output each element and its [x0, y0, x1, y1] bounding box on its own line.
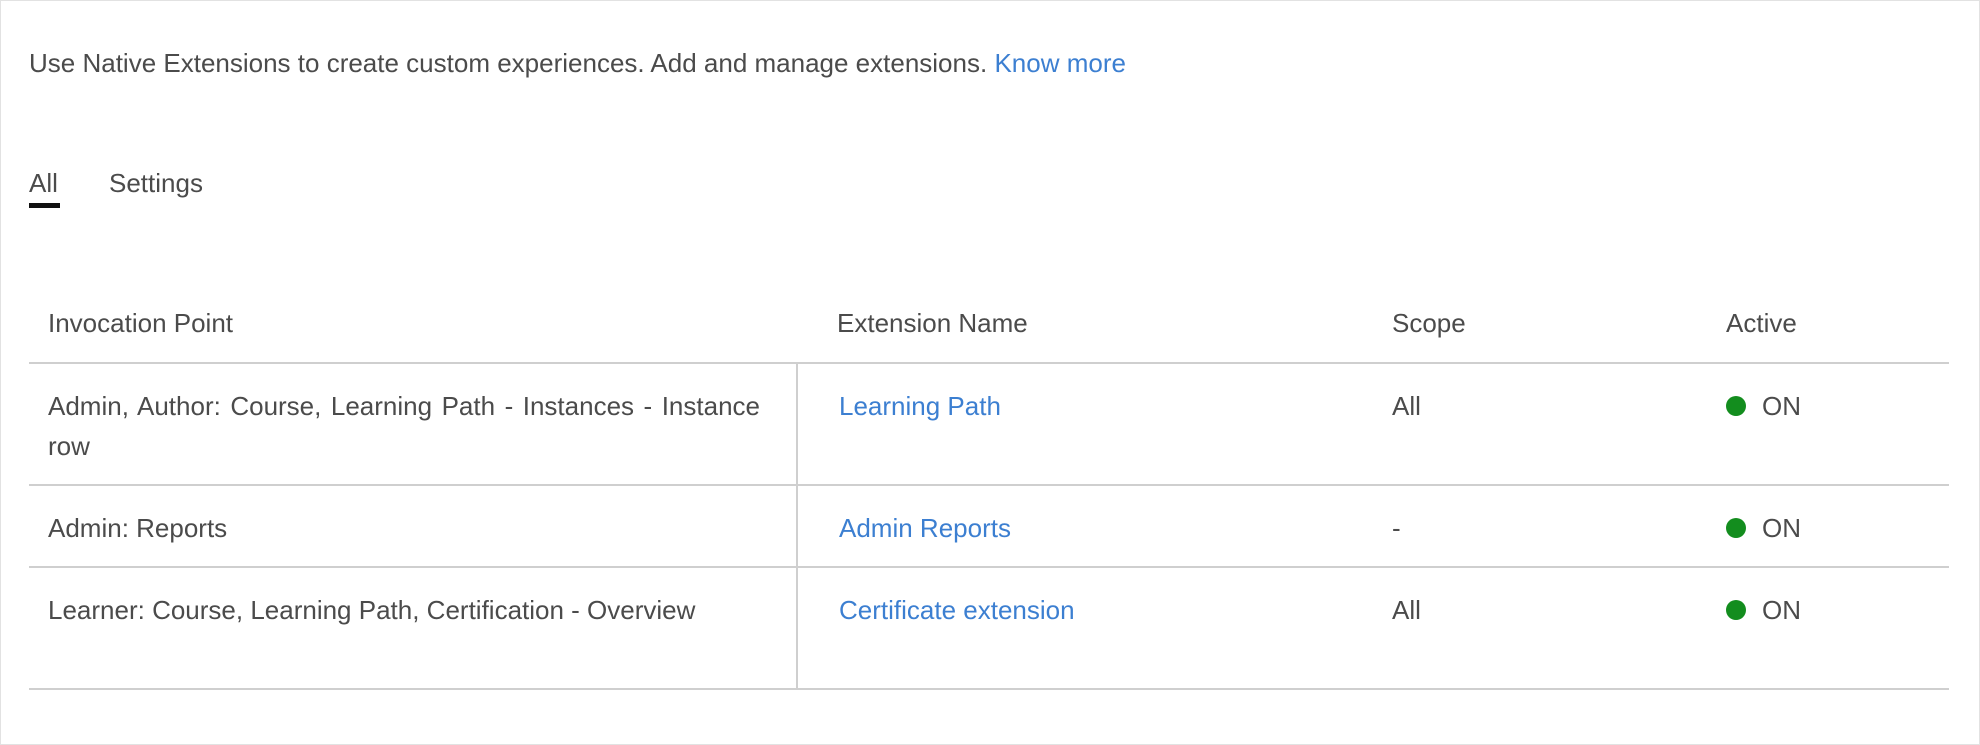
- status-dot-icon: [1726, 518, 1746, 538]
- tab-all-active-indicator: [29, 203, 60, 208]
- invocation-point-cell: Admin, Author: Course, Learning Path - I…: [48, 391, 760, 461]
- column-divider: [796, 568, 798, 688]
- status-dot-icon: [1726, 600, 1746, 620]
- scope-cell: All: [1392, 391, 1421, 421]
- know-more-link[interactable]: Know more: [994, 48, 1126, 78]
- active-status: ON: [1726, 386, 1801, 426]
- intro-description: Use Native Extensions to create custom e…: [29, 48, 988, 78]
- table-row: Admin, Author: Course, Learning Path - I…: [29, 364, 1949, 486]
- column-header-scope[interactable]: Scope: [1392, 307, 1466, 339]
- active-status: ON: [1726, 508, 1801, 548]
- table-header: Invocation Point Extension Name Scope Ac…: [29, 299, 1949, 364]
- active-status-label: ON: [1762, 513, 1801, 543]
- column-header-active[interactable]: Active: [1726, 307, 1797, 339]
- column-divider: [796, 364, 798, 484]
- scope-cell: All: [1392, 595, 1421, 625]
- status-dot-icon: [1726, 396, 1746, 416]
- invocation-point-cell: Learner: Course, Learning Path, Certific…: [48, 595, 696, 625]
- tab-all[interactable]: All: [29, 167, 58, 199]
- extension-name-link[interactable]: Certificate extension: [839, 590, 1075, 630]
- column-divider: [796, 486, 798, 566]
- tab-settings[interactable]: Settings: [109, 167, 203, 199]
- invocation-point-cell: Admin: Reports: [48, 513, 228, 543]
- active-status-label: ON: [1762, 391, 1801, 421]
- active-status-label: ON: [1762, 595, 1801, 625]
- intro-text: Use Native Extensions to create custom e…: [29, 47, 1126, 79]
- table-row: Learner: Course, Learning Path, Certific…: [29, 568, 1949, 690]
- column-header-extension-name[interactable]: Extension Name: [837, 307, 1028, 339]
- table-row: Admin: Reports Admin Reports - ON: [29, 486, 1949, 568]
- extension-name-link[interactable]: Learning Path: [839, 386, 1001, 426]
- extension-name-link[interactable]: Admin Reports: [839, 508, 1011, 548]
- native-extensions-panel: Use Native Extensions to create custom e…: [0, 0, 1980, 745]
- active-status: ON: [1726, 590, 1801, 630]
- column-header-invocation-point[interactable]: Invocation Point: [48, 307, 233, 339]
- scope-cell: -: [1392, 513, 1401, 543]
- extensions-table: Invocation Point Extension Name Scope Ac…: [29, 299, 1949, 690]
